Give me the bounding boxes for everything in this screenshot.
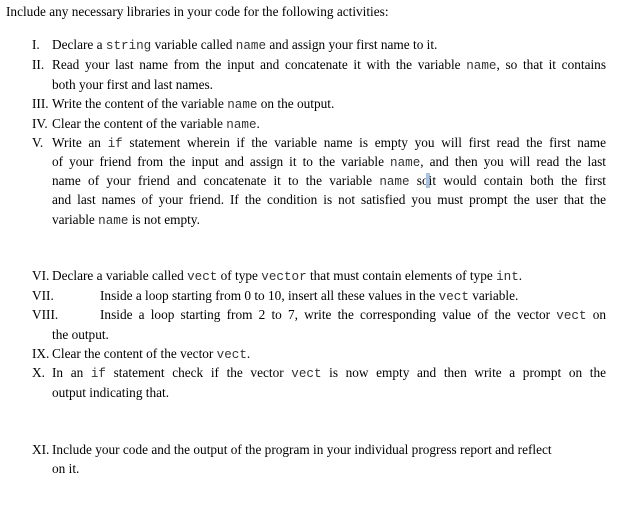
list-item-line: Declare a variable called vect of type v… — [52, 268, 522, 285]
inline-code: name — [226, 118, 257, 132]
text-run: . — [256, 116, 260, 131]
text-run: Clear the content of the vector — [52, 346, 217, 361]
list-numeral: VII. — [32, 288, 54, 303]
list-numeral: III. — [32, 96, 49, 111]
inline-code: name — [379, 175, 410, 189]
list-numeral: XI. — [32, 442, 50, 457]
text-run: name of your friend and concatenate it t… — [52, 173, 380, 188]
inline-code: name — [466, 59, 497, 73]
text-run: on it. — [52, 461, 80, 476]
text-run: Inside a loop starting from 2 to 7, writ… — [100, 307, 557, 322]
text-run: and assign your first name to it. — [266, 37, 438, 52]
list-item-line: and last names of your friend. If the co… — [52, 192, 606, 208]
inline-code: vect — [438, 290, 469, 304]
inline-code: name — [390, 156, 421, 170]
inline-code: name — [227, 98, 258, 112]
inline-code: name — [98, 214, 129, 228]
text-run: Declare a variable called — [52, 268, 188, 283]
list-numeral: V. — [32, 135, 44, 150]
text-run: Include your code and the output of the … — [52, 442, 552, 457]
text-run: Declare a — [52, 37, 106, 52]
text-run: variable — [52, 212, 99, 227]
text-run: Write an — [52, 135, 108, 150]
text-run: output indicating that. — [52, 385, 170, 400]
text-run: . — [246, 346, 251, 361]
text-run: , so that it contains — [496, 57, 606, 72]
list-item-line: Write the content of the variable name o… — [52, 96, 334, 113]
list-numeral: VI. — [32, 268, 50, 283]
text-run: Write the content of the variable — [52, 96, 228, 111]
list-numeral: I. — [32, 37, 40, 52]
inline-code: name — [235, 39, 267, 53]
list-item-line: the output. — [52, 327, 109, 343]
text-run: Read your last name from the input and c… — [52, 57, 467, 72]
text-run: Clear the content of the variable — [52, 116, 227, 131]
list-numeral: II. — [32, 57, 45, 72]
inline-code: vect — [216, 348, 247, 362]
inline-code: vect — [187, 270, 218, 284]
text-run: variable. — [468, 288, 519, 303]
list-item-line: name of your friend and concatenate it t… — [52, 173, 606, 190]
list-item-line: Include your code and the output of the … — [52, 442, 552, 458]
inline-code: string — [105, 39, 152, 53]
list-item-line: Declare a string variable called name an… — [52, 37, 437, 54]
text-run: statement check if the vector — [106, 365, 292, 380]
text-run: Inside a loop starting from 0 to 10, ins… — [100, 288, 439, 303]
text-run: , and then you will read the last — [420, 154, 606, 169]
list-item-line: Clear the content of the variable name. — [52, 116, 260, 133]
list-numeral: VIII. — [32, 307, 59, 322]
list-item-line: Read your last name from the input and c… — [52, 57, 606, 74]
inline-code: if — [107, 137, 123, 151]
text-run: and last names of your friend. If the co… — [52, 192, 606, 207]
list-item-line: In an if statement check if the vector v… — [52, 365, 606, 382]
list-item-line: of your friend from the input and assign… — [52, 154, 606, 171]
text-run: . — [518, 268, 523, 283]
inline-code: int — [496, 270, 519, 284]
list-item-line: variable name is not empty. — [52, 212, 200, 229]
text-run: the output. — [52, 327, 109, 342]
inline-code: if — [90, 367, 106, 381]
text-run: is now empty and then write a prompt on … — [321, 365, 606, 380]
list-item-line: Inside a loop starting from 2 to 7, writ… — [100, 307, 606, 324]
text-run: of type — [217, 268, 262, 283]
inline-code: vect — [556, 309, 587, 323]
text-run: that must contain elements of type — [306, 268, 497, 283]
text-run: both your first and last names. — [52, 77, 214, 92]
list-item-line: both your first and last names. — [52, 77, 213, 93]
inline-code: vect — [291, 367, 322, 381]
intro-text: Include any necessary libraries in your … — [6, 4, 389, 19]
text-run: statement wherein if the variable name i… — [122, 135, 606, 150]
list-numeral: X. — [32, 365, 45, 380]
inline-code: vector — [261, 270, 307, 284]
list-item-line: on it. — [52, 461, 79, 477]
text-run: on — [586, 307, 606, 322]
text-run: on the output. — [257, 96, 335, 111]
list-item-line: Inside a loop starting from 0 to 10, ins… — [100, 288, 518, 305]
text-run: is not empty. — [128, 212, 200, 227]
text-run: of your friend from the input and assign… — [52, 154, 391, 169]
text-run: variable called — [151, 37, 236, 52]
text-run: In an — [52, 365, 91, 380]
list-numeral: IX. — [32, 346, 50, 361]
list-item-line: Clear the content of the vector vect. — [52, 346, 250, 363]
list-item-line: Write an if statement wherein if the var… — [52, 135, 606, 152]
list-item-line: output indicating that. — [52, 385, 169, 401]
text-run: it would contain both the first — [428, 173, 606, 188]
list-numeral: IV. — [32, 116, 48, 131]
